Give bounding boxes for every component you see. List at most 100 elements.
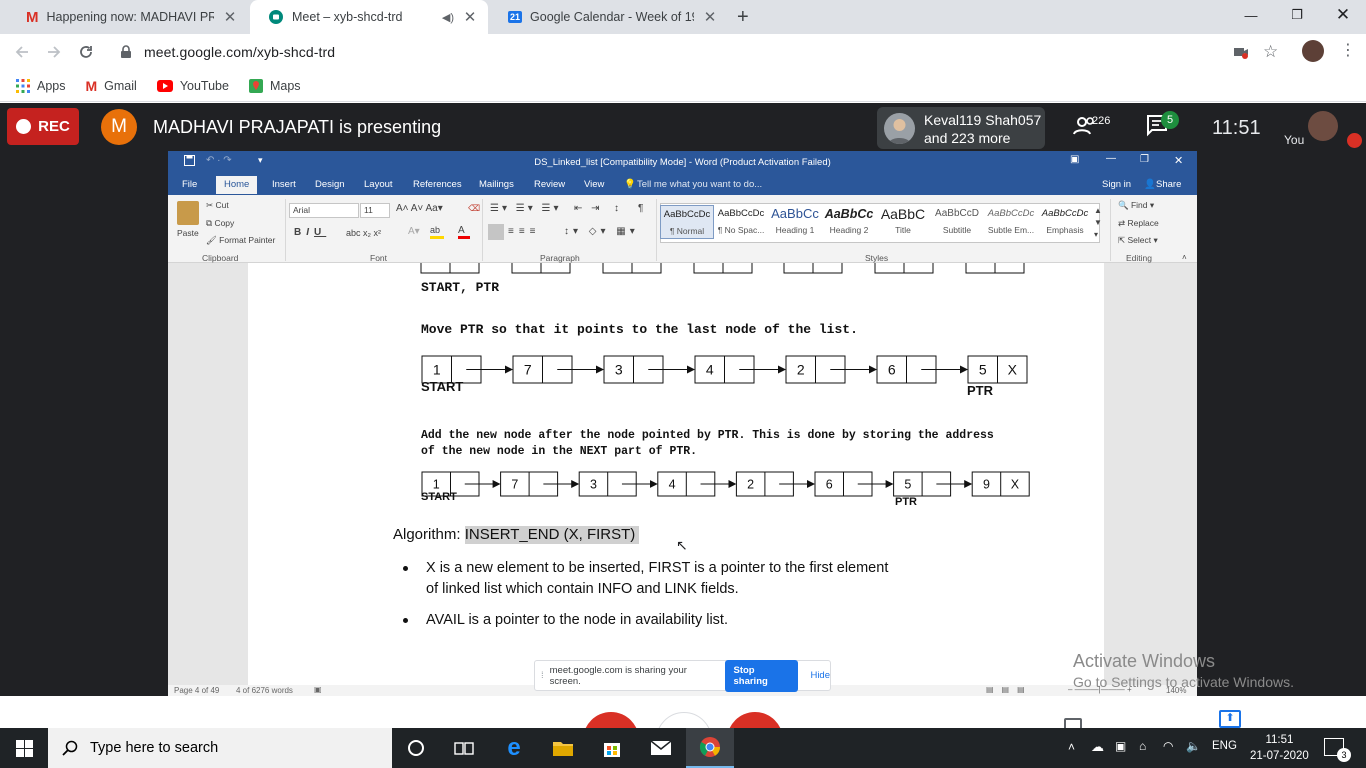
pilcrow-icon[interactable]: ¶ bbox=[638, 203, 643, 214]
style-heading-1[interactable]: AaBbCc Heading 1 bbox=[768, 205, 822, 239]
spacing-shading-border-icons[interactable]: ↕▾ ◇▾ ▦▾ bbox=[564, 226, 639, 237]
stop-sharing-button[interactable]: Stop sharing bbox=[725, 659, 799, 692]
close-window-icon[interactable]: ✕ bbox=[1320, 0, 1366, 30]
style-subtle-emphasis[interactable]: AaBbCcDc Subtle Em... bbox=[984, 205, 1038, 239]
text-effects-icon[interactable]: A▾ bbox=[408, 226, 420, 237]
minimize-icon[interactable]: — bbox=[1228, 0, 1274, 30]
find-button[interactable]: 🔍 Find ▾ bbox=[1118, 200, 1154, 211]
tab-gmail[interactable]: M Happening now: MADHAVI PRAJAPATI ✕ bbox=[8, 0, 248, 34]
close-tab-icon[interactable]: ✕ bbox=[702, 8, 718, 26]
style-subtitle[interactable]: AaBbCcD Subtitle bbox=[930, 205, 984, 239]
taskbar-search[interactable]: Type here to search bbox=[48, 728, 392, 768]
tab-home[interactable]: Home bbox=[216, 176, 258, 194]
volume-icon[interactable]: 🔈 bbox=[1186, 739, 1201, 753]
cut-button[interactable]: ✂ Cut bbox=[206, 200, 229, 211]
reload-icon[interactable] bbox=[72, 38, 100, 66]
close-tab-icon[interactable]: ✕ bbox=[462, 8, 478, 26]
copy-button[interactable]: ⧉ Copy bbox=[206, 218, 234, 229]
grow-shrink-font-icon[interactable]: A˄ A˅ Aa▾ bbox=[396, 203, 443, 214]
share-icon[interactable]: 👤 bbox=[1144, 179, 1156, 190]
style-heading-2[interactable]: AaBbCc Heading 2 bbox=[822, 205, 876, 239]
leave-call-button[interactable] bbox=[656, 712, 712, 728]
style-emphasis[interactable]: AaBbCcDc Emphasis bbox=[1038, 205, 1092, 239]
captions-icon[interactable] bbox=[1064, 718, 1082, 728]
file-explorer-icon[interactable] bbox=[539, 728, 587, 768]
tab-view[interactable]: View bbox=[584, 179, 604, 190]
store-icon[interactable] bbox=[588, 728, 636, 768]
hide-button[interactable]: Hide bbox=[810, 670, 830, 681]
font-size-select[interactable]: 11 bbox=[360, 203, 390, 218]
strike-sub-sup-icons[interactable]: abc x₂ x² bbox=[346, 228, 381, 238]
select-button[interactable]: ⇱ Select ▾ bbox=[1118, 235, 1158, 246]
bookmark-apps[interactable]: Apps bbox=[16, 78, 66, 93]
font-style-buttons[interactable]: BIU bbox=[294, 227, 326, 238]
tab-design[interactable]: Design bbox=[315, 179, 345, 190]
recording-button[interactable]: REC bbox=[7, 108, 79, 145]
collapse-ribbon-icon[interactable]: ˄ bbox=[1182, 253, 1187, 262]
cortana-icon[interactable] bbox=[392, 728, 440, 768]
tab-references[interactable]: References bbox=[413, 179, 462, 190]
share-button[interactable]: Share bbox=[1156, 179, 1181, 190]
onedrive-icon[interactable]: ☁ bbox=[1091, 739, 1104, 755]
save-icon[interactable] bbox=[184, 155, 195, 166]
back-icon[interactable] bbox=[8, 38, 36, 66]
tab-file[interactable]: File bbox=[182, 179, 197, 190]
profile-avatar[interactable] bbox=[1302, 40, 1324, 62]
word-close-icon[interactable]: ✕ bbox=[1174, 154, 1183, 167]
sort-icon[interactable]: ↕ bbox=[614, 203, 619, 214]
indent-buttons[interactable]: ⇤ ⇥ bbox=[574, 203, 603, 214]
tab-calendar[interactable]: 21 Google Calendar - Week of 19 July 202… bbox=[490, 0, 728, 34]
close-tab-icon[interactable]: ✕ bbox=[222, 8, 238, 26]
replace-button[interactable]: ⇄ Replace bbox=[1118, 218, 1159, 229]
font-name-select[interactable]: Arial bbox=[289, 203, 359, 218]
format-painter-button[interactable]: 🖌 Format Painter bbox=[206, 235, 275, 246]
tell-me-box[interactable]: Tell me what you want to do... bbox=[637, 179, 762, 190]
tab-layout[interactable]: Layout bbox=[364, 179, 393, 190]
windows-start-icon[interactable] bbox=[0, 728, 48, 768]
bookmark-gmail[interactable]: M Gmail bbox=[86, 78, 137, 94]
paste-icon[interactable] bbox=[177, 201, 199, 225]
view-mode-icons[interactable]: ▤▤▤ bbox=[986, 685, 1033, 694]
drag-handle-icon[interactable]: ⁞ bbox=[541, 670, 544, 681]
align-left-button[interactable] bbox=[488, 224, 504, 240]
tray-clock[interactable]: 11:51 21-07-2020 bbox=[1250, 732, 1309, 764]
chrome-icon[interactable] bbox=[686, 728, 734, 768]
edge-icon[interactable]: e bbox=[490, 728, 538, 768]
list-buttons[interactable]: ☰▾ ☰▾ ☰▾ bbox=[490, 203, 562, 214]
task-view-icon[interactable] bbox=[440, 728, 488, 768]
word-restore-icon[interactable]: ❐ bbox=[1140, 154, 1149, 165]
mic-toggle-button[interactable] bbox=[583, 712, 639, 728]
tray-expand-icon[interactable]: ˄ bbox=[1068, 740, 1075, 754]
style-normal[interactable]: AaBbCcDc ¶ Normal bbox=[660, 205, 714, 239]
quick-access-dropdown-icon[interactable]: ▾ bbox=[258, 155, 263, 166]
styles-scroll-icon[interactable]: ▲ ▼ ▾ bbox=[1094, 205, 1102, 241]
bookmark-youtube[interactable]: YouTube bbox=[156, 79, 229, 93]
wifi-icon[interactable]: ◠ bbox=[1163, 739, 1173, 753]
tab-review[interactable]: Review bbox=[534, 179, 565, 190]
bookmark-maps[interactable]: Maps bbox=[248, 78, 301, 93]
tab-meet[interactable]: Meet – xyb-shcd-trd ◀) ✕ bbox=[250, 0, 488, 34]
tab-mailings[interactable]: Mailings bbox=[479, 179, 514, 190]
ribbon-display-icon[interactable]: ▣ bbox=[1070, 154, 1079, 165]
present-now-icon[interactable]: ⬆ bbox=[1219, 710, 1241, 728]
participant-chip[interactable]: Keval119 Shah057 and 223 more bbox=[877, 107, 1045, 149]
mail-icon[interactable] bbox=[637, 728, 685, 768]
new-tab-icon[interactable]: + bbox=[737, 6, 749, 29]
highlight-icon[interactable]: ab bbox=[430, 225, 444, 239]
tray-app-icon[interactable]: ▣ bbox=[1115, 739, 1126, 753]
speaker-icon[interactable]: ◀) bbox=[442, 11, 454, 24]
document-page[interactable]: 1 7 3 4 2 6 5 X START PTR 1 7 3 4 2 6 5 9 X START PTR START,… bbox=[248, 263, 1104, 685]
tray-device-icon[interactable]: ⌂ bbox=[1139, 739, 1146, 753]
camera-blocked-icon[interactable] bbox=[1233, 45, 1249, 59]
address-bar[interactable]: meet.google.com/xyb-shcd-trd bbox=[110, 37, 1298, 67]
input-language[interactable]: ENG bbox=[1212, 740, 1237, 752]
alignment-buttons[interactable]: ≡≡≡ bbox=[508, 226, 541, 237]
sign-in-link[interactable]: Sign in bbox=[1102, 179, 1131, 190]
self-avatar[interactable] bbox=[1308, 111, 1338, 141]
camera-toggle-button[interactable] bbox=[727, 712, 783, 728]
paste-button[interactable]: Paste bbox=[177, 228, 199, 238]
undo-icon[interactable]: ↶ · ↷ bbox=[206, 155, 232, 166]
font-color-icon[interactable]: A bbox=[458, 225, 470, 239]
forward-icon[interactable] bbox=[40, 38, 68, 66]
proofing-icon[interactable]: ▣ bbox=[314, 685, 322, 694]
